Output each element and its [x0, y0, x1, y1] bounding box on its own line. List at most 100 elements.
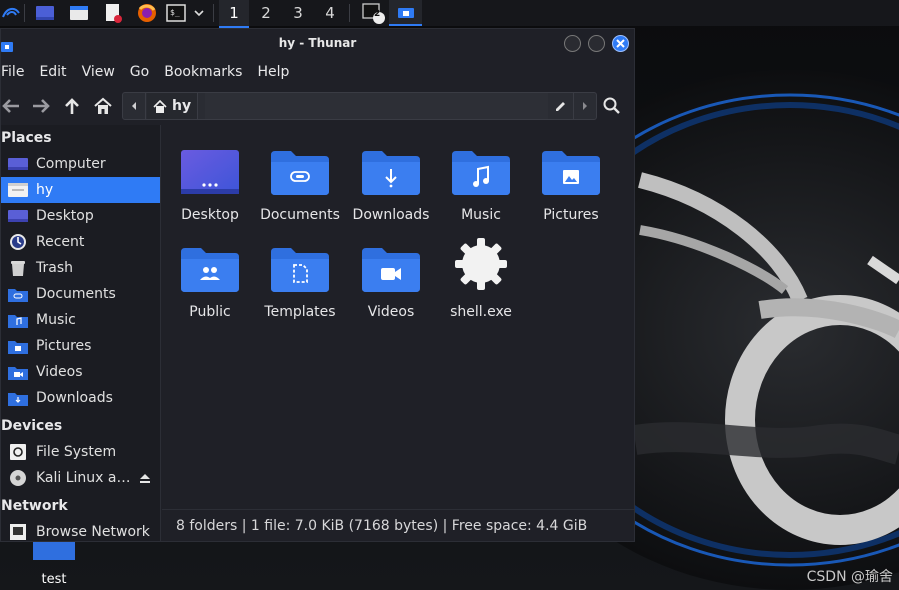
file-item-public[interactable]: Public [165, 238, 255, 320]
path-scroll-right-button[interactable] [573, 93, 596, 119]
kali-menu-icon[interactable] [0, 0, 22, 26]
workspace-1[interactable]: 1 [219, 0, 249, 28]
file-item-name: Videos [367, 304, 415, 320]
sidebar-item-file-system[interactable]: File System [1, 439, 160, 465]
recent-icon [8, 233, 28, 251]
home-icon [153, 99, 167, 113]
forward-button[interactable] [27, 92, 55, 120]
sidebar-item-label: Desktop [36, 208, 94, 224]
sidebar-section-network: Network [1, 498, 68, 514]
file-item-desktop[interactable]: Desktop [165, 141, 255, 223]
sidebar-item-label: hy [36, 182, 54, 198]
sidebar-item-desktop[interactable]: Desktop [1, 203, 160, 229]
menu-file[interactable]: File [1, 64, 24, 80]
menu-bar: File Edit View Go Bookmarks Help [1, 59, 634, 85]
menu-go[interactable]: Go [130, 64, 149, 80]
sidebar-item-trash[interactable]: Trash [1, 255, 160, 281]
menu-view[interactable]: View [82, 64, 115, 80]
sidebar-item-hy[interactable]: hy [1, 177, 160, 203]
status-text: 8 folders | 1 file: 7.0 KiB (7168 bytes)… [176, 518, 588, 534]
maximize-button[interactable] [588, 35, 605, 52]
search-icon [603, 97, 620, 114]
videos-folder-icon [8, 363, 28, 381]
sidebar-section-devices: Devices [1, 418, 63, 434]
desktop-folder-icon [165, 141, 255, 195]
terminal-icon[interactable]: $_ [164, 0, 188, 26]
downloads-folder-icon [346, 141, 436, 195]
file-item-shell-exe[interactable]: shell.exe [436, 238, 526, 320]
pictures-folder-icon [8, 337, 28, 355]
show-desktop-icon[interactable] [32, 0, 58, 26]
file-item-downloads[interactable]: Downloads [346, 141, 436, 223]
sidebar-item-recent[interactable]: Recent [1, 229, 160, 255]
toolbar: hy [1, 89, 634, 123]
templates-folder-icon [255, 238, 345, 292]
home-button[interactable] [89, 92, 117, 120]
sidebar-item-browse-network[interactable]: Browse Network [1, 519, 160, 541]
optical-disc-icon [8, 469, 28, 487]
minimize-button[interactable] [564, 35, 581, 52]
sidebar-item-label: Trash [36, 260, 73, 276]
chevron-down-icon[interactable] [190, 0, 208, 26]
watermark-text: CSDN @瑜舍 [806, 569, 893, 585]
path-scroll-left-button[interactable] [123, 93, 146, 119]
edit-location-button[interactable] [548, 93, 572, 119]
firefox-icon[interactable] [134, 0, 160, 26]
sidebar-item-label: Kali Linux a… [36, 470, 131, 486]
file-item-videos[interactable]: Videos [346, 238, 436, 320]
workspace-2[interactable]: 2 [251, 0, 281, 26]
file-item-music[interactable]: Music [436, 141, 526, 223]
title-bar[interactable]: hy - Thunar [1, 29, 634, 59]
sidebar-item-downloads[interactable]: Downloads [1, 385, 160, 411]
pencil-icon [555, 101, 565, 111]
workspace-4[interactable]: 4 [315, 0, 345, 26]
menu-edit[interactable]: Edit [39, 64, 66, 80]
chevron-right-icon [583, 102, 587, 110]
file-item-name: shell.exe [450, 304, 512, 320]
file-item-name: Documents [260, 207, 340, 223]
sidebar-item-videos[interactable]: Videos [1, 359, 160, 385]
file-item-templates[interactable]: Templates [255, 238, 345, 320]
file-icon-view[interactable]: Desktop Documents Downloads Music Pictur… [162, 125, 634, 507]
file-manager-icon[interactable] [66, 0, 92, 26]
sidebar-item-kali-disc[interactable]: Kali Linux a… [1, 465, 160, 491]
path-current-label: hy [172, 98, 192, 114]
location-input[interactable] [205, 93, 548, 119]
sidebar-item-computer[interactable]: Computer [1, 151, 160, 177]
arrow-right-icon [33, 99, 50, 113]
window-title: hy - Thunar [278, 36, 357, 50]
menu-bookmarks[interactable]: Bookmarks [164, 64, 242, 80]
arrow-up-icon [65, 98, 79, 114]
sidebar-item-pictures[interactable]: Pictures [1, 333, 160, 359]
sidebar-section-places: Places [1, 130, 52, 146]
desktop-folder-test[interactable]: test [28, 538, 80, 587]
sidebar-item-label: Videos [36, 364, 83, 380]
sidebar-item-music[interactable]: Music [1, 307, 160, 333]
location-bar: hy [122, 92, 597, 120]
file-item-documents[interactable]: Documents [255, 141, 345, 223]
drive-icon [8, 443, 28, 461]
taskbar-thunar-window[interactable] [389, 0, 422, 26]
sidebar-item-label: Documents [36, 286, 116, 302]
path-button-home[interactable]: hy [147, 93, 199, 119]
home-folder-icon [8, 181, 28, 199]
videos-folder-icon [346, 238, 436, 292]
back-button[interactable] [1, 92, 25, 120]
file-item-pictures[interactable]: Pictures [526, 141, 616, 223]
public-folder-icon [165, 238, 255, 292]
text-editor-icon[interactable] [100, 0, 126, 26]
parent-folder-button[interactable] [58, 92, 86, 120]
sidebar-item-documents[interactable]: Documents [1, 281, 160, 307]
status-bar: 8 folders | 1 file: 7.0 KiB (7168 bytes)… [162, 509, 634, 541]
close-icon [616, 39, 625, 48]
menu-help[interactable]: Help [257, 64, 289, 80]
eject-icon[interactable] [139, 473, 151, 484]
desktop-icon-label: test [41, 572, 67, 587]
arrow-left-icon [2, 99, 19, 113]
taskbar-terminal-group[interactable]: 2 [358, 0, 388, 26]
sidebar-item-label: Music [36, 312, 76, 328]
close-button[interactable] [612, 35, 629, 52]
workspace-3[interactable]: 3 [283, 0, 313, 26]
trash-icon [8, 259, 28, 277]
search-button[interactable] [598, 92, 626, 120]
